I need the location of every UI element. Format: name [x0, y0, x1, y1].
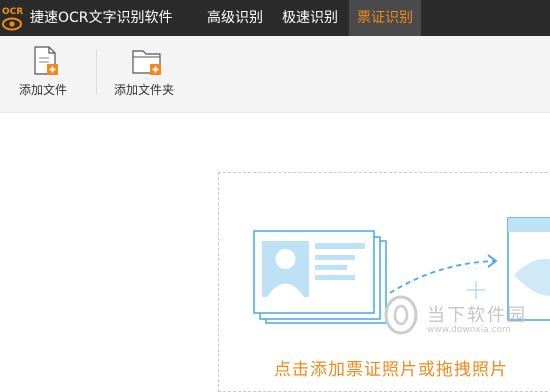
tab-ticket-recognition[interactable]: 票证识别 — [349, 0, 421, 36]
ocr-eye-logo-icon: OCR — [2, 7, 23, 31]
title-bar: OCR 捷速OCR文字识别软件 高级识别 极速识别 票证识别 — [0, 0, 550, 36]
main-area: 点击添加票证照片或拖拽照片 当下软件园 www.downxia.com — [0, 113, 550, 392]
drop-hint-text: 点击添加票证照片或拖拽照片 — [274, 360, 508, 380]
app-title: 捷速OCR文字识别软件 — [30, 10, 173, 26]
mode-tabs: 高级识别 极速识别 票证识别 — [199, 0, 424, 36]
watermark-text: 当下软件园 — [427, 305, 527, 326]
file-add-icon — [34, 46, 58, 75]
watermark: 当下软件园 www.downxia.com — [383, 293, 543, 343]
watermark-logo-icon — [384, 295, 418, 335]
logo-text: OCR — [2, 7, 23, 17]
watermark-url: www.downxia.com — [427, 325, 511, 335]
add-folder-label: 添加文件夹 — [114, 83, 175, 97]
add-file-label: 添加文件 — [19, 83, 68, 97]
toolbar: 添加文件 添加文件夹 — [0, 36, 550, 113]
add-file-button[interactable]: 添加文件 — [14, 36, 80, 112]
folder-add-icon — [132, 50, 161, 75]
toolbar-divider — [96, 49, 97, 95]
add-folder-button[interactable]: 添加文件夹 — [112, 36, 184, 112]
tab-fast-recognition[interactable]: 极速识别 — [274, 0, 346, 36]
tab-advanced-recognition[interactable]: 高级识别 — [199, 0, 271, 36]
